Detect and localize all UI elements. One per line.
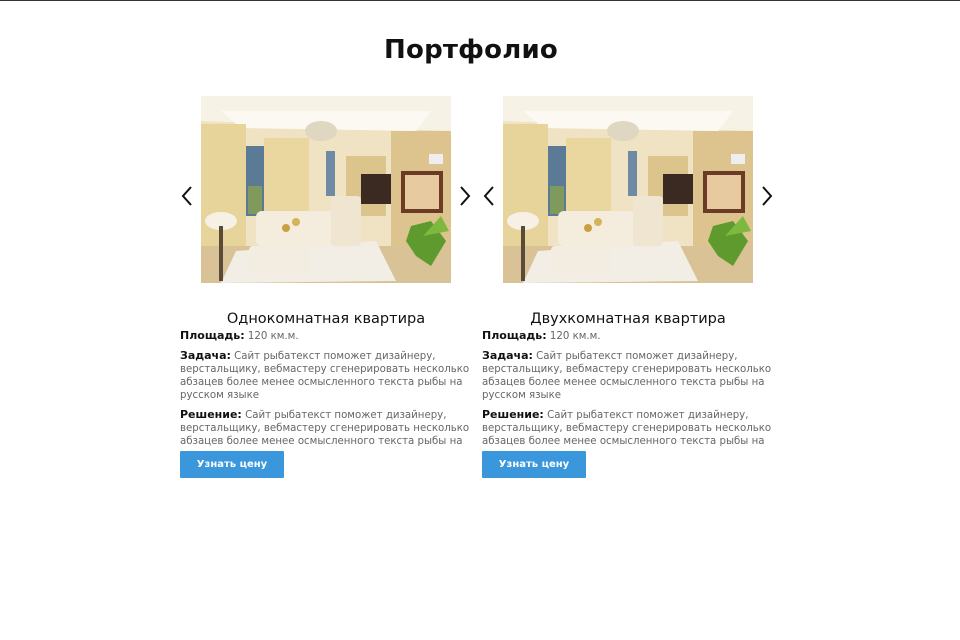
living-room-photo bbox=[201, 96, 451, 283]
top-border-line bbox=[0, 0, 960, 1]
chevron-left-icon bbox=[483, 186, 494, 206]
area-label: Площадь: bbox=[180, 329, 245, 342]
solution-label: Решение: bbox=[180, 408, 242, 421]
task-row: Задача: Сайт рыбатекст поможет дизайнеру… bbox=[180, 349, 472, 402]
area-row: Площадь: 120 км.м. bbox=[482, 329, 774, 343]
task-label: Задача: bbox=[482, 349, 533, 362]
slider-prev-button[interactable] bbox=[480, 183, 500, 209]
living-room-photo bbox=[503, 96, 753, 283]
slider-prev-button[interactable] bbox=[178, 183, 198, 209]
get-price-button[interactable]: Узнать цену bbox=[482, 451, 586, 478]
slider-next-button[interactable] bbox=[454, 183, 474, 209]
card-title: Однокомнатная квартира bbox=[226, 311, 426, 328]
chevron-right-icon bbox=[460, 186, 471, 206]
chevron-left-icon bbox=[181, 186, 192, 206]
photo-slider bbox=[482, 95, 782, 285]
card-title: Двухкомнатная квартира bbox=[530, 311, 726, 328]
slider-next-button[interactable] bbox=[756, 183, 776, 209]
task-row: Задача: Сайт рыбатекст поможет дизайнеру… bbox=[482, 349, 774, 402]
solution-label: Решение: bbox=[482, 408, 544, 421]
get-price-button[interactable]: Узнать цену bbox=[180, 451, 284, 478]
photo-slider bbox=[180, 95, 480, 285]
area-row: Площадь: 120 км.м. bbox=[180, 329, 472, 343]
chevron-right-icon bbox=[762, 186, 773, 206]
card-info: Площадь: 120 км.м. Задача: Сайт рыбатекс… bbox=[180, 329, 472, 467]
task-label: Задача: bbox=[180, 349, 231, 362]
area-label: Площадь: bbox=[482, 329, 547, 342]
page-title: Портфолио bbox=[384, 35, 558, 66]
area-value: 120 км.м. bbox=[549, 331, 601, 342]
card-info: Площадь: 120 км.м. Задача: Сайт рыбатекс… bbox=[482, 329, 774, 467]
area-value: 120 км.м. bbox=[247, 331, 299, 342]
